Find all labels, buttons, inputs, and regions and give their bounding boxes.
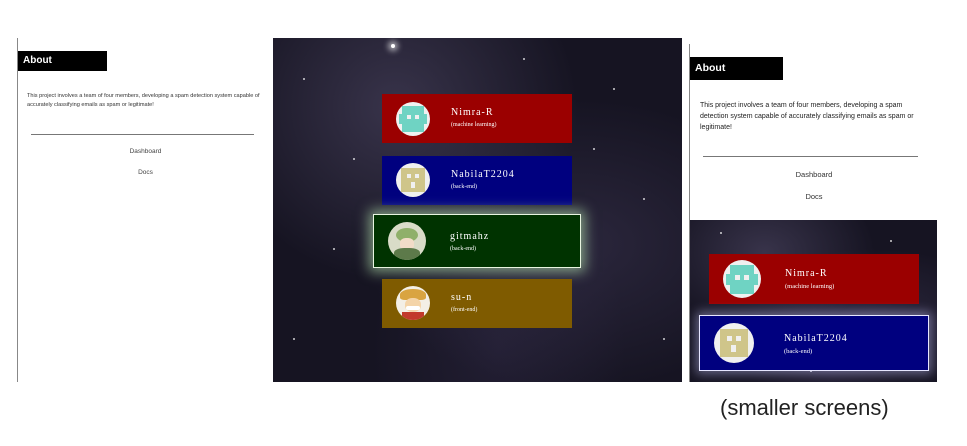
star [353, 158, 355, 160]
about-description: This project involves a team of four mem… [700, 102, 914, 131]
teal-identicon-avatar [723, 260, 761, 298]
member-role: (back-end) [451, 184, 477, 190]
member-role: (back-end) [450, 246, 476, 252]
teal-identicon-avatar [396, 102, 430, 136]
anime-character-avatar [388, 222, 426, 260]
member-name: su-n [451, 292, 473, 303]
member-name: NabilaT2204 [784, 333, 848, 344]
member-role: (machine learning) [785, 283, 835, 290]
star [391, 44, 395, 48]
star [303, 78, 305, 80]
desktop-sidebar: About This project involves a team of fo… [17, 38, 272, 382]
about-heading: About [18, 51, 107, 71]
docs-link[interactable]: Docs [690, 192, 937, 201]
star [613, 88, 615, 90]
member-role: (machine learning) [451, 122, 497, 128]
member-card-nabilat2204[interactable]: NabilaT2204 (back-end) [382, 156, 572, 205]
star [643, 198, 645, 200]
about-heading: About [690, 57, 783, 80]
dashboard-link[interactable]: Dashboard [18, 148, 273, 155]
star [593, 148, 595, 150]
member-card-gitmahz[interactable]: gitmahz (back-end) [373, 214, 581, 268]
star [523, 58, 525, 60]
khaki-identicon-avatar [714, 323, 754, 363]
star [890, 240, 892, 242]
docs-link[interactable]: Docs [18, 169, 273, 176]
team-members-panel: Nimra-R (machine learning) NabilaT2204 (… [690, 220, 937, 382]
dashboard-link[interactable]: Dashboard [690, 170, 937, 179]
member-name: gitmahz [450, 231, 490, 242]
about-description: This project involves a team of four mem… [27, 93, 260, 108]
team-members-panel: Nimra-R (machine learning) NabilaT2204 (… [273, 38, 682, 382]
smaller-screens-caption: (smaller screens) [720, 395, 889, 420]
pirate-character-avatar [396, 286, 430, 320]
member-card-su-n[interactable]: su-n (front-end) [382, 279, 572, 328]
sidebar-divider [31, 134, 254, 135]
member-name: Nimra-R [785, 268, 828, 279]
star [333, 248, 335, 250]
sidebar-divider [703, 156, 918, 157]
member-name: Nimra-R [451, 107, 494, 118]
member-card-nimra-r[interactable]: Nimra-R (machine learning) [382, 94, 572, 143]
member-card-nabilat2204[interactable]: NabilaT2204 (back-end) [699, 315, 929, 371]
mobile-view: About This project involves a team of fo… [689, 44, 937, 382]
khaki-identicon-avatar [396, 163, 430, 197]
star [293, 338, 295, 340]
member-role: (front-end) [451, 307, 478, 313]
star [720, 232, 722, 234]
star [663, 338, 665, 340]
member-card-nimra-r[interactable]: Nimra-R (machine learning) [709, 254, 919, 304]
member-name: NabilaT2204 [451, 169, 515, 180]
member-role: (back-end) [784, 348, 813, 355]
